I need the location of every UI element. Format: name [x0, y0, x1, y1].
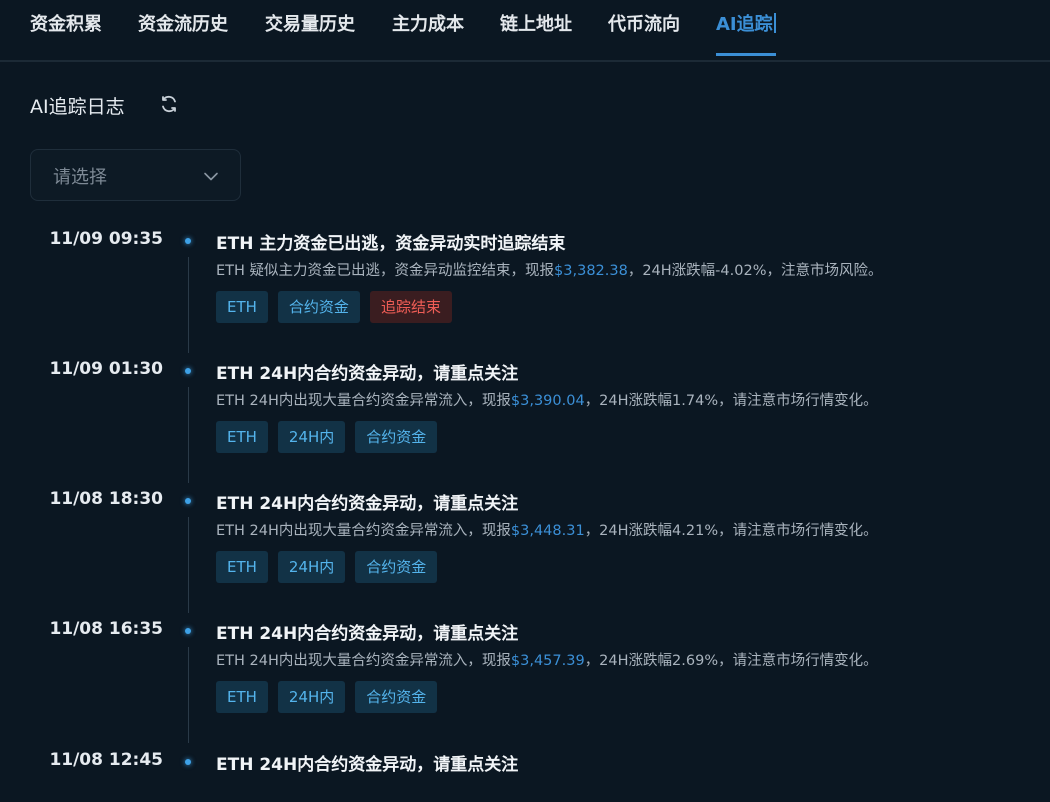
tag: 合约资金 — [355, 421, 438, 453]
entry-title: ETH 24H内合约资金异动，请重点关注 — [216, 755, 519, 775]
timeline-dot — [185, 759, 191, 765]
timeline-entry: 11/09 09:35 ETH 主力资金已出逃，资金异动实时追踪结束 ETH 疑… — [0, 229, 1050, 359]
timeline-entry: 11/08 16:35 ETH 24H内合约资金异动，请重点关注 ETH 24H… — [0, 619, 1050, 749]
tab-fund-accumulation[interactable]: 资金积累 — [30, 12, 102, 56]
timeline-line — [188, 387, 189, 483]
entry-desc-text: ，24H涨跌幅2.69%，请注意市场行情变化。 — [584, 653, 878, 669]
entry-price: $3,448.31 — [510, 523, 585, 539]
timeline-entry: 11/08 18:30 ETH 24H内合约资金异动，请重点关注 ETH 24H… — [0, 489, 1050, 619]
tag: 合约资金 — [277, 291, 360, 323]
refresh-icon[interactable] — [158, 93, 180, 115]
entry-desc-text: ，24H涨跌幅1.74%，请注意市场行情变化。 — [584, 393, 878, 409]
entry-description: ETH 24H内出现大量合约资金异常流入，现报$3,457.39，24H涨跌幅2… — [216, 649, 878, 670]
chevron-down-icon — [202, 167, 220, 185]
tab-volume-history[interactable]: 交易量历史 — [265, 12, 355, 56]
entry-price: $3,382.38 — [554, 263, 628, 279]
tag: ETH — [216, 551, 268, 583]
tag-list: ETH 24H内 合约资金 — [216, 421, 447, 453]
tag: 24H内 — [277, 681, 346, 713]
entry-title: ETH 24H内合约资金异动，请重点关注 — [216, 624, 519, 644]
entry-title: ETH 24H内合约资金异动，请重点关注 — [216, 494, 519, 514]
filter-select-placeholder: 请选择 — [53, 167, 107, 188]
tag: ETH — [216, 421, 268, 453]
timeline-dot — [185, 368, 191, 374]
entry-desc-text: ETH 24H内出现大量合约资金异常流入，现报 — [216, 393, 511, 409]
entry-time: 11/09 01:30 — [49, 359, 163, 379]
tab-bar: 资金积累 资金流历史 交易量历史 主力成本 链上地址 代币流向 AI追踪 — [0, 0, 1050, 62]
entry-desc-text: ETH 疑似主力资金已出逃，资金异动监控结束，现报 — [216, 263, 555, 279]
tag: 24H内 — [277, 421, 346, 453]
entry-time: 11/08 16:35 — [49, 619, 163, 639]
entry-time: 11/08 18:30 — [49, 489, 163, 509]
tag-list: ETH 24H内 合约资金 — [216, 551, 447, 583]
timeline-line — [188, 257, 189, 353]
timeline-dot — [185, 498, 191, 504]
entry-title: ETH 24H内合约资金异动，请重点关注 — [216, 364, 519, 384]
tag-list: ETH 24H内 合约资金 — [216, 681, 447, 713]
entry-description: ETH 24H内出现大量合约资金异常流入，现报$3,390.04，24H涨跌幅1… — [216, 389, 878, 410]
tab-token-flow[interactable]: 代币流向 — [608, 12, 680, 56]
entry-desc-text: ，24H涨跌幅4.21%，请注意市场行情变化。 — [584, 523, 878, 539]
entry-desc-text: ETH 24H内出现大量合约资金异常流入，现报 — [216, 523, 511, 539]
timeline-entry: 11/08 12:45 ETH 24H内合约资金异动，请重点关注 — [0, 750, 1050, 790]
tag-list: ETH 合约资金 追踪结束 — [216, 291, 462, 323]
text-cursor — [773, 13, 776, 33]
entry-price: $3,390.04 — [510, 393, 585, 409]
section-title: AI追踪日志 — [30, 96, 125, 118]
tab-fund-flow-history[interactable]: 资金流历史 — [138, 12, 228, 56]
tag: 合约资金 — [355, 551, 438, 583]
tab-ai-tracking[interactable]: AI追踪 — [716, 12, 776, 56]
entry-title: ETH 主力资金已出逃，资金异动实时追踪结束 — [216, 234, 566, 254]
entry-desc-text: ETH 24H内出现大量合约资金异常流入，现报 — [216, 653, 511, 669]
entry-time: 11/09 09:35 — [49, 229, 163, 249]
tab-onchain-address[interactable]: 链上地址 — [500, 12, 572, 56]
tag-tracking-ended: 追踪结束 — [369, 291, 452, 323]
filter-select[interactable]: 请选择 — [30, 149, 241, 201]
entry-description: ETH 24H内出现大量合约资金异常流入，现报$3,448.31，24H涨跌幅4… — [216, 519, 878, 540]
entry-description: ETH 疑似主力资金已出逃，资金异动监控结束，现报$3,382.38，24H涨跌… — [216, 259, 882, 280]
tab-main-cost[interactable]: 主力成本 — [392, 12, 464, 56]
entry-time: 11/08 12:45 — [49, 750, 163, 770]
tab-ai-tracking-label: AI追踪 — [716, 14, 773, 35]
entry-price: $3,457.39 — [510, 653, 585, 669]
tag: 合约资金 — [355, 681, 438, 713]
timeline-line — [188, 517, 189, 613]
timeline-entry: 11/09 01:30 ETH 24H内合约资金异动，请重点关注 ETH 24H… — [0, 359, 1050, 489]
timeline-dot — [185, 628, 191, 634]
tag: ETH — [216, 681, 268, 713]
tag: 24H内 — [277, 551, 346, 583]
timeline-dot — [185, 238, 191, 244]
timeline-line — [188, 647, 189, 743]
entry-desc-text: ，24H涨跌幅-4.02%，注意市场风险。 — [627, 263, 883, 279]
tag: ETH — [216, 291, 268, 323]
